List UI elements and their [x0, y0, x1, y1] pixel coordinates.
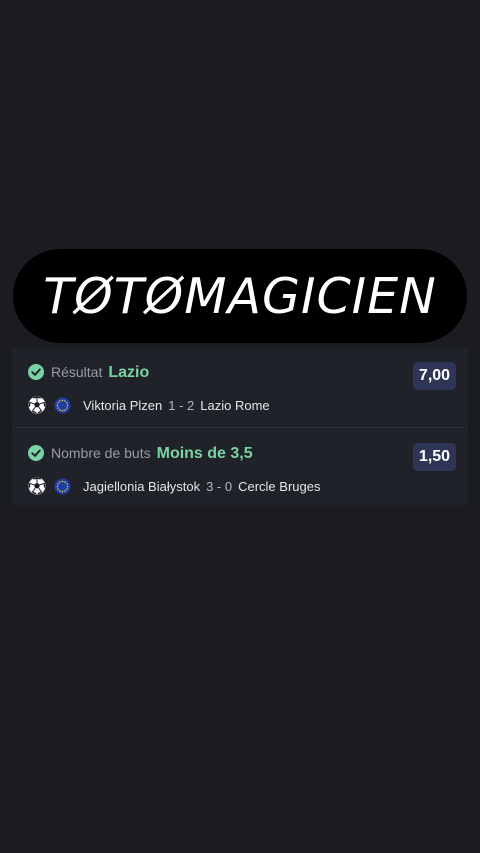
home-team: Jagiellonia Białystok [83, 478, 201, 494]
match-info: Viktoria Plzen 1 - 2 Lazio Rome [28, 395, 270, 415]
match-score: 3 - 0 [206, 478, 233, 494]
match-score: 1 - 2 [168, 397, 195, 413]
bet-row[interactable]: Nombre de buts Moins de 3,5 1,50 Jagiell… [12, 428, 468, 508]
away-team: Cercle Bruges [238, 478, 321, 494]
odds-badge[interactable]: 1,50 [413, 443, 456, 471]
check-circle-icon [28, 364, 44, 380]
bet-slip-card: Résultat Lazio 7,00 Viktoria Plzen 1 - 2… [12, 347, 468, 505]
match-info: Jagiellonia Białystok 3 - 0 Cercle Bruge… [28, 476, 320, 496]
bet-row[interactable]: Résultat Lazio 7,00 Viktoria Plzen 1 - 2… [12, 347, 468, 428]
market-label: Résultat [51, 364, 103, 380]
soccer-ball-icon [28, 477, 46, 495]
bet-market: Résultat Lazio [51, 363, 149, 382]
bet-selection: Moins de 3,5 [156, 445, 253, 462]
home-team: Viktoria Plzen [83, 397, 163, 413]
brand-banner: TØTØMAGICIEN [13, 249, 467, 343]
bet-market: Nombre de buts Moins de 3,5 [51, 444, 253, 463]
soccer-ball-icon [28, 396, 46, 414]
check-circle-icon [28, 445, 44, 461]
europe-flag-icon [54, 396, 71, 414]
europe-flag-icon [54, 477, 71, 495]
away-team: Lazio Rome [200, 397, 270, 413]
brand-title: TØTØMAGICIEN [43, 267, 437, 325]
market-label: Nombre de buts [51, 445, 151, 461]
odds-badge[interactable]: 7,00 [413, 362, 456, 390]
bet-selection: Lazio [108, 364, 150, 381]
